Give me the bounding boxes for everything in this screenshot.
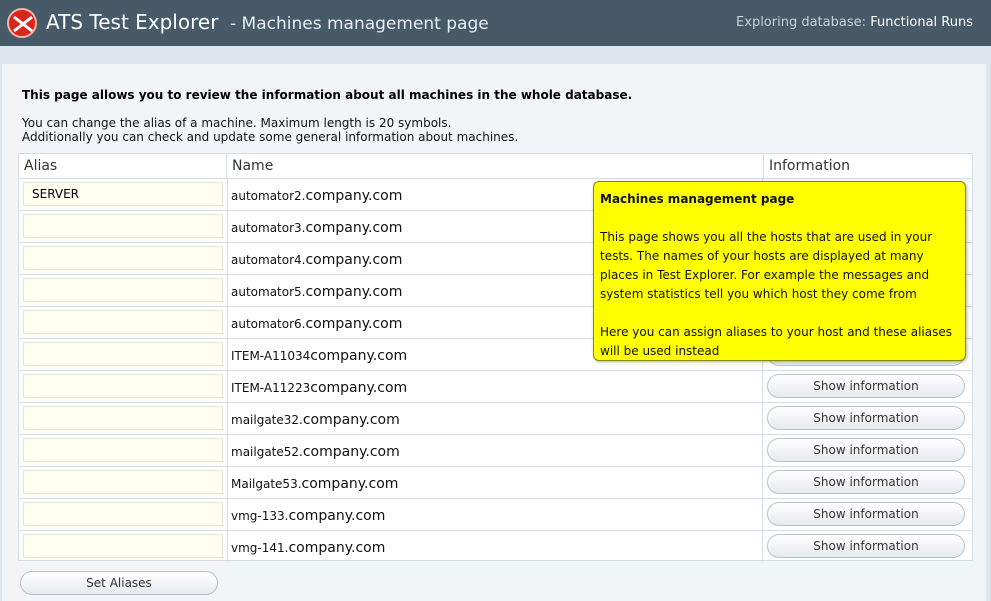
alias-input[interactable]	[23, 470, 223, 494]
alias-input[interactable]	[23, 374, 223, 398]
host-name-domain: company.com	[305, 316, 403, 332]
host-name-cell: vmg-133.company.com	[227, 499, 763, 530]
show-information-button[interactable]: Show information	[767, 502, 965, 526]
host-name-domain: company.com	[305, 252, 403, 268]
column-header-name: Name	[227, 154, 764, 178]
host-name-domain: company.com	[310, 348, 408, 364]
host-name-prefix: ITEM-A11223	[231, 381, 311, 395]
table-row: vmg-141.company.com Show information	[19, 530, 972, 562]
intro-line-2: Additionally you can check and update so…	[22, 130, 519, 144]
host-name-cell: mailgate52.company.com	[227, 435, 763, 466]
host-name-cell: Mailgate53.company.com	[227, 467, 763, 498]
alias-input[interactable]	[23, 246, 223, 270]
host-name-cell: ITEM-A11223company.com	[227, 371, 763, 402]
intro-line-1: You can change the alias of a machine. M…	[22, 116, 452, 130]
host-name-cell: vmg-141.company.com	[227, 531, 763, 562]
host-name-prefix: mailgate32.	[231, 413, 303, 427]
host-name-domain: company.com	[305, 188, 403, 204]
app-title: ATS Test Explorer	[46, 10, 219, 34]
tooltip-title: Machines management page	[600, 192, 795, 206]
host-name-prefix: vmg-133.	[231, 509, 289, 523]
table-row: mailgate52.company.com Show information	[19, 434, 972, 466]
alias-input[interactable]	[23, 214, 223, 238]
table-row: Mailgate53.company.com Show information	[19, 466, 972, 498]
alias-input[interactable]	[23, 310, 223, 334]
host-name-prefix: automator5.	[231, 285, 306, 299]
host-name-domain: company.com	[305, 284, 403, 300]
show-information-button[interactable]: Show information	[767, 534, 965, 558]
alias-input[interactable]	[23, 534, 223, 558]
host-name-domain: company.com	[288, 508, 386, 524]
host-name-domain: company.com	[301, 476, 399, 492]
alias-input[interactable]	[23, 438, 223, 462]
host-name-domain: company.com	[302, 444, 400, 460]
host-name-domain: company.com	[288, 540, 386, 556]
host-name-prefix: automator6.	[231, 317, 306, 331]
host-name-domain: company.com	[310, 380, 408, 396]
table-row: vmg-133.company.com Show information	[19, 498, 972, 530]
host-name-domain: company.com	[305, 220, 403, 236]
column-header-alias: Alias	[19, 154, 227, 178]
show-information-button[interactable]: Show information	[767, 406, 965, 430]
host-name-cell: mailgate32.company.com	[227, 403, 763, 434]
set-aliases-button[interactable]: Set Aliases	[20, 571, 218, 595]
host-name-prefix: automator3.	[231, 221, 306, 235]
tooltip-paragraph-2: Here you can assign aliases to your host…	[600, 325, 952, 358]
table-row: mailgate32.company.com Show information	[19, 402, 972, 434]
page-subtitle: - Machines management page	[230, 14, 489, 34]
host-name-prefix: mailgate52.	[231, 445, 303, 459]
alias-input[interactable]	[23, 278, 223, 302]
alias-input[interactable]	[23, 182, 223, 206]
database-name: Functional Runs	[870, 15, 973, 30]
alias-input[interactable]	[23, 342, 223, 366]
host-name-prefix: automator2.	[231, 189, 306, 203]
show-information-button[interactable]: Show information	[767, 438, 965, 462]
host-name-prefix: Mailgate53.	[231, 477, 302, 491]
alias-input[interactable]	[23, 502, 223, 526]
table-row: ITEM-A11223company.com Show information	[19, 370, 972, 402]
app-header: ATS Test Explorer - Machines management …	[0, 0, 991, 46]
intro-heading: This page allows you to review the infor…	[22, 88, 633, 102]
host-name-prefix: ITEM-A11034	[231, 349, 311, 363]
show-information-button[interactable]: Show information	[767, 374, 965, 398]
host-name-domain: company.com	[302, 412, 400, 428]
host-name-prefix: automator4.	[231, 253, 306, 267]
help-tooltip: Machines management page This page shows…	[593, 181, 966, 361]
host-name-prefix: vmg-141.	[231, 541, 289, 555]
alias-input[interactable]	[23, 406, 223, 430]
column-header-information: Information	[769, 158, 851, 174]
show-information-button[interactable]: Show information	[767, 470, 965, 494]
ats-logo-icon	[7, 8, 37, 38]
database-label: Exploring database:	[736, 15, 866, 30]
tooltip-paragraph-1: This page shows you all the hosts that a…	[600, 230, 933, 301]
